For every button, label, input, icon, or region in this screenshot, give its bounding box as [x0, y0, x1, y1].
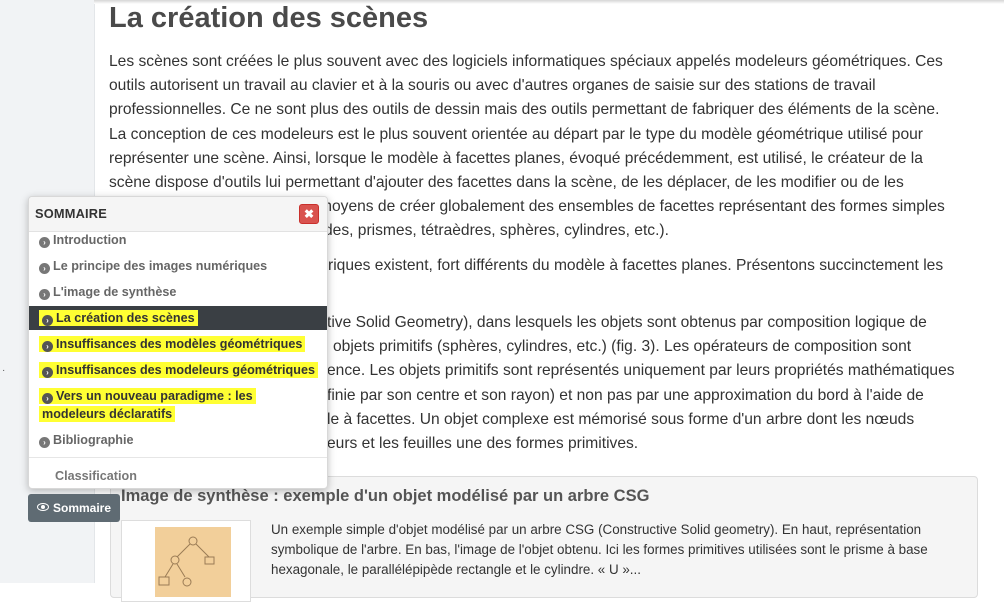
toc-item-label: L'image de synthèse: [53, 285, 177, 299]
toc-item-label-line2: modeleurs déclaratifs: [42, 407, 173, 421]
csg-tree-sketch: [158, 536, 215, 587]
toc-item-label: La création des scènes: [56, 311, 195, 325]
toc-close-button[interactable]: ✖: [299, 204, 319, 224]
toc-item-label: Introduction: [53, 233, 127, 247]
toc-item-principe-images[interactable]: › Le principe des images numériques: [29, 257, 327, 275]
toc-header: SOMMAIRE ✖: [29, 197, 327, 232]
paragraph-1-line: outils autorisent un travail au clavier …: [109, 77, 876, 95]
toc-item-label: Insuffisances des modeleurs géométriques: [56, 363, 315, 377]
chevron-right-icon: ›: [39, 263, 50, 274]
close-icon: ✖: [303, 207, 315, 221]
toc-item-classification[interactable]: Classification: [55, 469, 137, 483]
toc-item-insuffisances-modeles[interactable]: › Insuffisances des modèles géométriques: [29, 335, 327, 353]
highlight-mark: › Vers un nouveau paradigme : les: [39, 388, 256, 404]
chevron-right-icon: ›: [42, 393, 53, 404]
toc-item-nouveau-paradigme[interactable]: › Vers un nouveau paradigme : les modeleu…: [29, 387, 327, 423]
eye-icon: [36, 503, 49, 511]
toc-item-introduction[interactable]: › Introduction: [29, 231, 327, 249]
paragraph-1-line: professionnelles. Ce ne sont plus des ou…: [109, 101, 940, 119]
toc-item-label: Insuffisances des modèles géométriques: [56, 337, 303, 351]
toc-item-bibliographie[interactable]: › Bibliographie: [29, 431, 327, 449]
sommaire-button[interactable]: Sommaire: [28, 494, 120, 522]
toc-item-creation-scenes[interactable]: › La création des scènes: [29, 306, 327, 330]
figure-caption-line: Un exemple simple d'objet modélisé par u…: [271, 522, 922, 537]
csg-tree-image: [155, 527, 231, 597]
figure-box: Image de synthèse : exemple d'un objet m…: [110, 476, 978, 602]
gutter-dot: ·: [2, 365, 6, 376]
chevron-right-icon: ›: [39, 237, 50, 248]
figure-thumbnail[interactable]: [121, 520, 251, 602]
figure-caption-line: hexagonale, le parallélépipède rectangle…: [271, 562, 641, 577]
chevron-right-icon: ›: [42, 315, 53, 326]
chevron-right-icon: ›: [39, 437, 50, 448]
figure-caption-line: symbolique de l'arbre. En bas, l'image d…: [271, 542, 928, 557]
paragraph-1-line: représenter une scène. Ainsi, lorsque le…: [109, 149, 923, 167]
figure-title: Image de synthèse : exemple d'un objet m…: [121, 487, 650, 505]
toc-divider: [29, 457, 327, 458]
toc-item-label: Vers un nouveau paradigme : les: [56, 389, 253, 403]
highlight-mark: › Insuffisances des modèles géométriques: [39, 336, 306, 352]
toc-item-image-synthese[interactable]: › L'image de synthèse: [29, 283, 327, 301]
paragraph-1-line: La conception de ces modeleurs est le pl…: [109, 125, 923, 143]
sommaire-button-label: Sommaire: [52, 501, 112, 515]
highlight-mark: › La création des scènes: [39, 310, 198, 326]
toc-panel: SOMMAIRE ✖ › Introduction › Le principe de…: [28, 196, 328, 489]
page-title: La création des scènes: [109, 2, 429, 34]
toc-item-insuffisances-modeleurs[interactable]: › Insuffisances des modeleurs géométrique…: [29, 361, 327, 379]
toc-item-label: Le principe des images numériques: [53, 259, 268, 273]
figure-caption: Un exemple simple d'objet modélisé par u…: [271, 520, 971, 580]
chevron-right-icon: ›: [39, 289, 50, 300]
chevron-right-icon: ›: [42, 367, 53, 378]
toc-item-label: Bibliographie: [53, 433, 134, 447]
highlight-mark: › Insuffisances des modeleurs géométrique…: [39, 362, 318, 378]
paragraph-1-line: scène dispose d'outils lui permettant d'…: [109, 174, 904, 192]
toc-title: SOMMAIRE: [35, 206, 107, 221]
paragraph-1-line: Les scènes sont créées le plus souvent a…: [109, 53, 943, 70]
chevron-right-icon: ›: [42, 341, 53, 352]
highlight-mark: modeleurs déclaratifs: [39, 406, 176, 422]
